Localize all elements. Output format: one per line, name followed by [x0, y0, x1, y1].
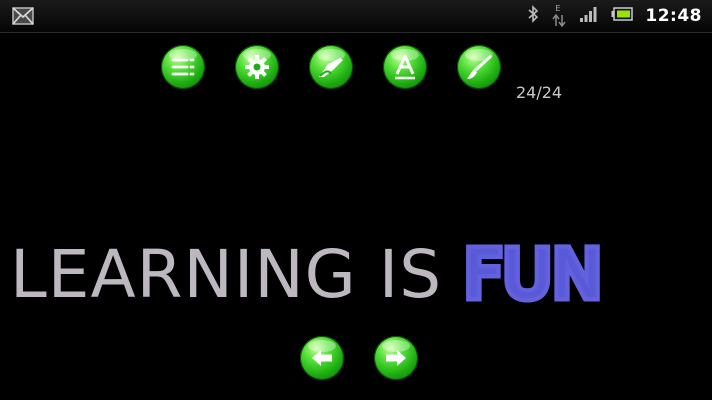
brush-icon — [467, 55, 492, 79]
slide-text-plain: LEARNING IS — [10, 236, 465, 313]
clock: 12:48 — [645, 6, 702, 26]
battery-icon — [611, 6, 634, 26]
eraser-icon — [319, 58, 343, 77]
signal-icon — [579, 5, 599, 27]
bluetooth-icon — [527, 5, 539, 27]
status-bar: E 12:48 — [0, 0, 712, 33]
previous-arrow-icon — [312, 350, 332, 366]
brush-button[interactable] — [457, 45, 501, 89]
next-arrow-icon — [386, 350, 406, 366]
message-icon — [12, 7, 34, 29]
slide-text: LEARNING IS FUN — [10, 235, 606, 314]
menu-list-icon — [171, 58, 195, 76]
menu-button[interactable] — [161, 45, 205, 89]
settings-button[interactable] — [235, 45, 279, 89]
data-arrows-icon: E — [551, 4, 567, 28]
slide-text-highlight: FUN — [460, 235, 607, 314]
next-button[interactable] — [374, 336, 418, 380]
eraser-button[interactable] — [309, 45, 353, 89]
slide-area: LEARNING IS FUN — [0, 228, 712, 318]
toolbar: 24/24 — [0, 45, 712, 102]
settings-gear-icon — [245, 55, 269, 79]
font-button[interactable] — [383, 45, 427, 89]
previous-button[interactable] — [300, 336, 344, 380]
font-icon — [395, 54, 415, 80]
page-counter: 24/24 — [516, 83, 563, 102]
